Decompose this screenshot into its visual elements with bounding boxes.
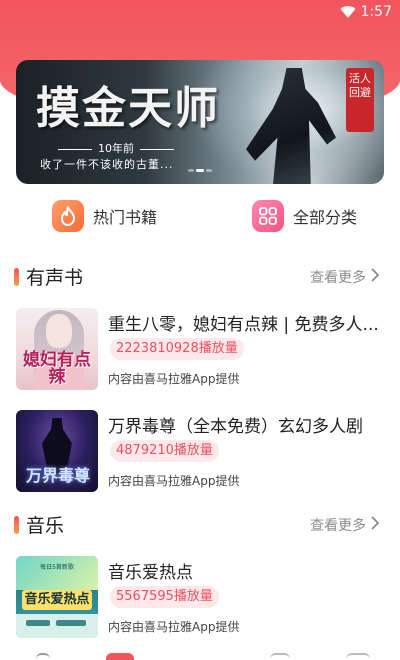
audiobook-title-1: 重生八零，媳妇有点辣 | 免费多人... [108, 315, 379, 335]
all-categories-button[interactable]: 全部分类 [252, 196, 357, 236]
play-count-badge-2: 4879210播放量 [110, 440, 219, 462]
audiobook-title-2: 万界毒尊（全本免费）玄幻多人剧 [108, 417, 363, 437]
see-more-music-link[interactable]: 查看更多 [310, 515, 366, 535]
banner-line1: 10年前 [16, 140, 216, 156]
cover-small-text: 每日5首新歌 [40, 564, 74, 571]
cover-decoration [56, 620, 86, 626]
music-item-1[interactable]: 每日5首新歌 音乐爱热点 音乐爱热点 5567595播放量 内容由喜马拉雅App… [0, 556, 400, 640]
cover-bottom-band [16, 614, 98, 638]
section-header-audiobooks: 有声书 查看更多 [0, 262, 400, 290]
content-source-3: 内容由喜马拉雅App提供 [108, 620, 240, 634]
section-title-music: 音乐 [26, 515, 65, 537]
play-count-badge-1: 2223810928播放量 [110, 338, 244, 360]
carousel-dots [16, 157, 384, 176]
chevron-right-icon[interactable] [370, 515, 380, 531]
fire-icon [52, 200, 84, 232]
banner-seal: 活人回避 [346, 68, 374, 132]
cover-decoration [26, 620, 50, 626]
tab-icon-home[interactable] [36, 653, 50, 660]
cover-face [46, 314, 72, 348]
cover-title-text: 音乐爱热点 [24, 592, 90, 607]
section-title-audiobooks: 有声书 [26, 267, 84, 289]
content-source-2: 内容由喜马拉雅App提供 [108, 474, 240, 488]
carousel-dot-active[interactable] [196, 169, 204, 172]
banner-line-rule [140, 148, 174, 150]
section-header-music: 音乐 查看更多 [0, 510, 400, 538]
music-title-1: 音乐爱热点 [108, 563, 193, 583]
content-source-1: 内容由喜马拉雅App提供 [108, 372, 240, 386]
play-count-badge-3: 5567595播放量 [110, 586, 219, 608]
carousel-dot[interactable] [206, 169, 212, 172]
section-accent-bar [14, 516, 19, 534]
tab-icon-4[interactable] [346, 653, 370, 660]
wifi-icon [340, 6, 356, 19]
cover-title-text: 万界毒尊 [25, 466, 90, 485]
banner-line1-text: 10年前 [98, 142, 134, 155]
audiobook-cover-2: 万界毒尊 [16, 410, 98, 492]
tab-icon-active[interactable] [106, 653, 134, 660]
bottom-tab-bar [0, 650, 400, 660]
tab-icon-3[interactable] [270, 653, 290, 660]
all-categories-label: 全部分类 [293, 208, 358, 227]
cover-title-text: 媳妇有点辣 [23, 350, 91, 387]
grid-icon [252, 200, 284, 232]
music-cover-1: 每日5首新歌 音乐爱热点 [16, 556, 98, 638]
audiobook-item-2[interactable]: 万界毒尊 万界毒尊（全本免费）玄幻多人剧 4879210播放量 内容由喜马拉雅A… [0, 410, 400, 494]
hot-books-label: 热门书籍 [93, 208, 158, 227]
audiobook-item-1[interactable]: 媳妇有点辣 重生八零，媳妇有点辣 | 免费多人... 2223810928播放量… [0, 308, 400, 392]
status-bar: 1:57 [0, 0, 400, 26]
section-accent-bar [14, 268, 19, 286]
banner-title: 摸金天师 [36, 83, 220, 134]
hot-books-button[interactable]: 热门书籍 [52, 196, 157, 236]
carousel-dot[interactable] [188, 169, 194, 172]
chevron-right-icon[interactable] [370, 267, 380, 283]
audiobook-cover-1: 媳妇有点辣 [16, 308, 98, 390]
status-time: 1:57 [360, 4, 392, 20]
see-more-audiobooks-link[interactable]: 查看更多 [310, 267, 366, 287]
banner-carousel[interactable]: 摸金天师 10年前 收了一件不该收的古董... 活人回避 [16, 60, 384, 184]
banner-line-rule [58, 148, 92, 150]
